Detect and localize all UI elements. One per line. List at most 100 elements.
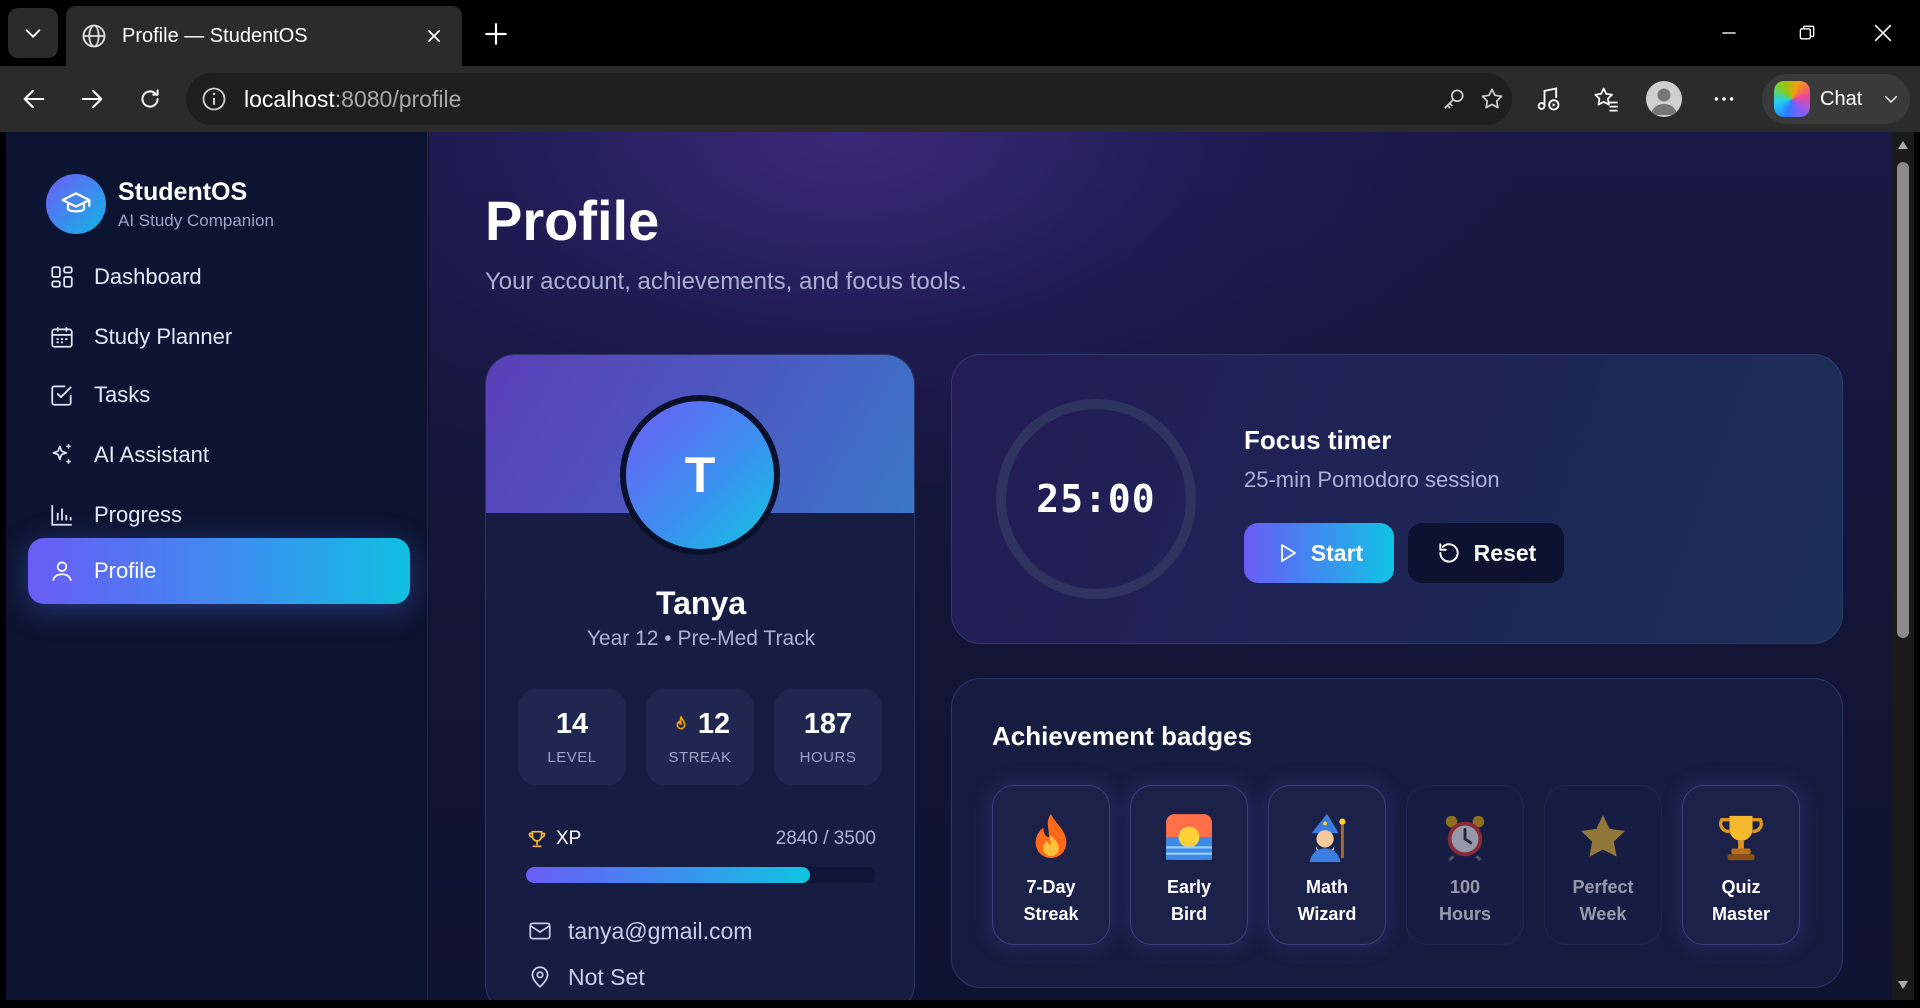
url-host: localhost <box>244 85 335 112</box>
timer-display: 25:00 <box>1036 477 1156 521</box>
globe-icon <box>82 24 106 48</box>
media-control-button[interactable] <box>1524 75 1572 123</box>
close-icon <box>427 29 441 43</box>
address-bar[interactable]: localhost:8080/profile <box>186 73 1512 125</box>
location-text: Not Set <box>568 963 645 990</box>
close-window-button[interactable] <box>1848 10 1918 56</box>
stat-value: 187 <box>803 708 853 740</box>
graduation-cap-icon <box>61 192 91 213</box>
key-icon <box>1444 89 1464 109</box>
sidebar-item-label: Tasks <box>94 382 151 407</box>
more-options-button[interactable] <box>1700 75 1748 123</box>
badge-early-bird[interactable]: Early Bird <box>1130 785 1248 945</box>
reset-icon <box>1439 543 1459 563</box>
avatar-initial: T <box>684 447 716 503</box>
sidebar: StudentOS AI Study Companion Dashboard S… <box>6 132 428 1000</box>
xp-value: 2840 / 3500 <box>775 828 876 849</box>
chevron-down-icon <box>1885 96 1898 104</box>
timer-ring: 25:00 <box>996 399 1196 599</box>
user-icon <box>52 561 72 581</box>
stat-streak: 12 STREAK <box>646 689 754 785</box>
user-silhouette-icon <box>1651 88 1677 115</box>
url-path: :8080/profile <box>334 85 462 112</box>
achievement-badges-card: Achievement badges 7-Day Streak Early Bi… <box>951 678 1843 988</box>
chevron-down-icon <box>25 29 41 38</box>
tab-title: Profile — StudentOS <box>122 24 308 47</box>
badge-quiz-master[interactable]: Quiz Master <box>1682 785 1800 945</box>
refresh-button[interactable] <box>126 75 174 123</box>
stat-value: 12 <box>697 708 731 740</box>
main-content: Profile Your account, achievements, and … <box>429 132 1892 1000</box>
badge-7-day-streak[interactable]: 7-Day Streak <box>992 785 1110 945</box>
restore-button[interactable] <box>1772 10 1842 56</box>
copilot-icon <box>1774 81 1810 117</box>
reset-label: Reset <box>1473 539 1537 566</box>
badges-title: Achievement badges <box>992 721 1253 751</box>
music-play-icon <box>1537 87 1560 111</box>
sidebar-item-tasks[interactable]: Tasks <box>28 362 410 428</box>
scroll-up-arrow[interactable] <box>1897 138 1909 152</box>
sidebar-item-dashboard[interactable]: Dashboard <box>28 244 410 310</box>
timer-subtitle: 25-min Pomodoro session <box>1244 467 1500 492</box>
avatar[interactable]: T <box>620 395 780 555</box>
new-tab-button[interactable] <box>476 14 516 54</box>
profile-button[interactable] <box>1640 75 1688 123</box>
minimize-button[interactable] <box>1694 10 1764 56</box>
page-subtitle: Your account, achievements, and focus to… <box>485 268 968 295</box>
page-scrollbar[interactable] <box>1892 132 1914 1000</box>
focus-timer-card: 25:00 Focus timer 25-min Pomodoro sessio… <box>951 354 1843 644</box>
tab-actions-button[interactable] <box>8 8 58 58</box>
start-button[interactable]: Start <box>1244 523 1394 583</box>
forward-button[interactable] <box>68 75 116 123</box>
bar-chart-icon <box>51 505 72 526</box>
sunrise-icon <box>1166 814 1212 860</box>
back-button[interactable] <box>10 75 58 123</box>
badge-label: Perfect Week <box>1572 877 1634 924</box>
copilot-chat-button[interactable]: Chat <box>1762 74 1910 124</box>
close-icon <box>1874 24 1892 42</box>
badge-100-hours[interactable]: 100 Hours <box>1406 785 1524 945</box>
sidebar-item-label: Dashboard <box>94 264 202 289</box>
favorites-button[interactable] <box>1582 75 1630 123</box>
brand[interactable]: StudentOS AI Study Companion <box>46 174 274 234</box>
brand-subtitle: AI Study Companion <box>118 210 274 230</box>
badge-perfect-week[interactable]: Perfect Week <box>1544 785 1662 945</box>
trophy-small-icon <box>528 830 546 848</box>
triangle-up-icon <box>1898 141 1908 149</box>
browser-tab-bar: Profile — StudentOS <box>0 0 1920 66</box>
alarm-clock-icon <box>1445 815 1485 862</box>
profile-card: T Tanya Year 12 • Pre-Med Track 14 LEVEL… <box>485 354 915 1000</box>
brand-logo <box>46 174 106 234</box>
sidebar-item-profile[interactable]: Profile <box>28 538 410 604</box>
stat-level: 14 LEVEL <box>518 689 626 785</box>
wizard-icon <box>1309 813 1346 862</box>
password-key-button[interactable] <box>1438 83 1470 115</box>
info-icon[interactable] <box>200 85 228 113</box>
badge-label: 7-Day Streak <box>1023 877 1079 924</box>
scroll-thumb[interactable] <box>1897 162 1909 638</box>
sidebar-item-ai-assistant[interactable]: AI Assistant <box>28 422 410 488</box>
badge-math-wizard[interactable]: Math Wizard <box>1268 785 1386 945</box>
profile-name: Tanya <box>655 585 747 621</box>
chat-label: Chat <box>1820 87 1863 110</box>
more-horizontal-icon <box>1714 97 1734 101</box>
sidebar-item-label: Study Planner <box>94 324 233 349</box>
favorite-button[interactable] <box>1476 83 1508 115</box>
arrow-left-icon <box>23 89 45 109</box>
start-label: Start <box>1310 539 1364 566</box>
page-title: Profile <box>485 189 660 252</box>
stat-caption: STREAK <box>668 749 732 766</box>
xp-row: XP 2840 / 3500 <box>526 825 876 853</box>
browser-tab-active[interactable]: Profile — StudentOS <box>66 6 462 66</box>
reset-button[interactable]: Reset <box>1408 523 1564 583</box>
play-icon <box>1280 544 1296 562</box>
scroll-down-arrow[interactable] <box>1897 978 1909 992</box>
close-tab-button[interactable] <box>420 22 448 50</box>
arrow-right-icon <box>81 89 103 109</box>
app-viewport: StudentOS AI Study Companion Dashboard S… <box>6 132 1892 1000</box>
badge-label: Math Wizard <box>1297 877 1357 924</box>
sidebar-item-study-planner[interactable]: Study Planner <box>28 304 410 370</box>
map-pin-icon <box>531 966 549 988</box>
brand-name: StudentOS <box>118 177 248 206</box>
minimize-icon <box>1722 32 1736 34</box>
